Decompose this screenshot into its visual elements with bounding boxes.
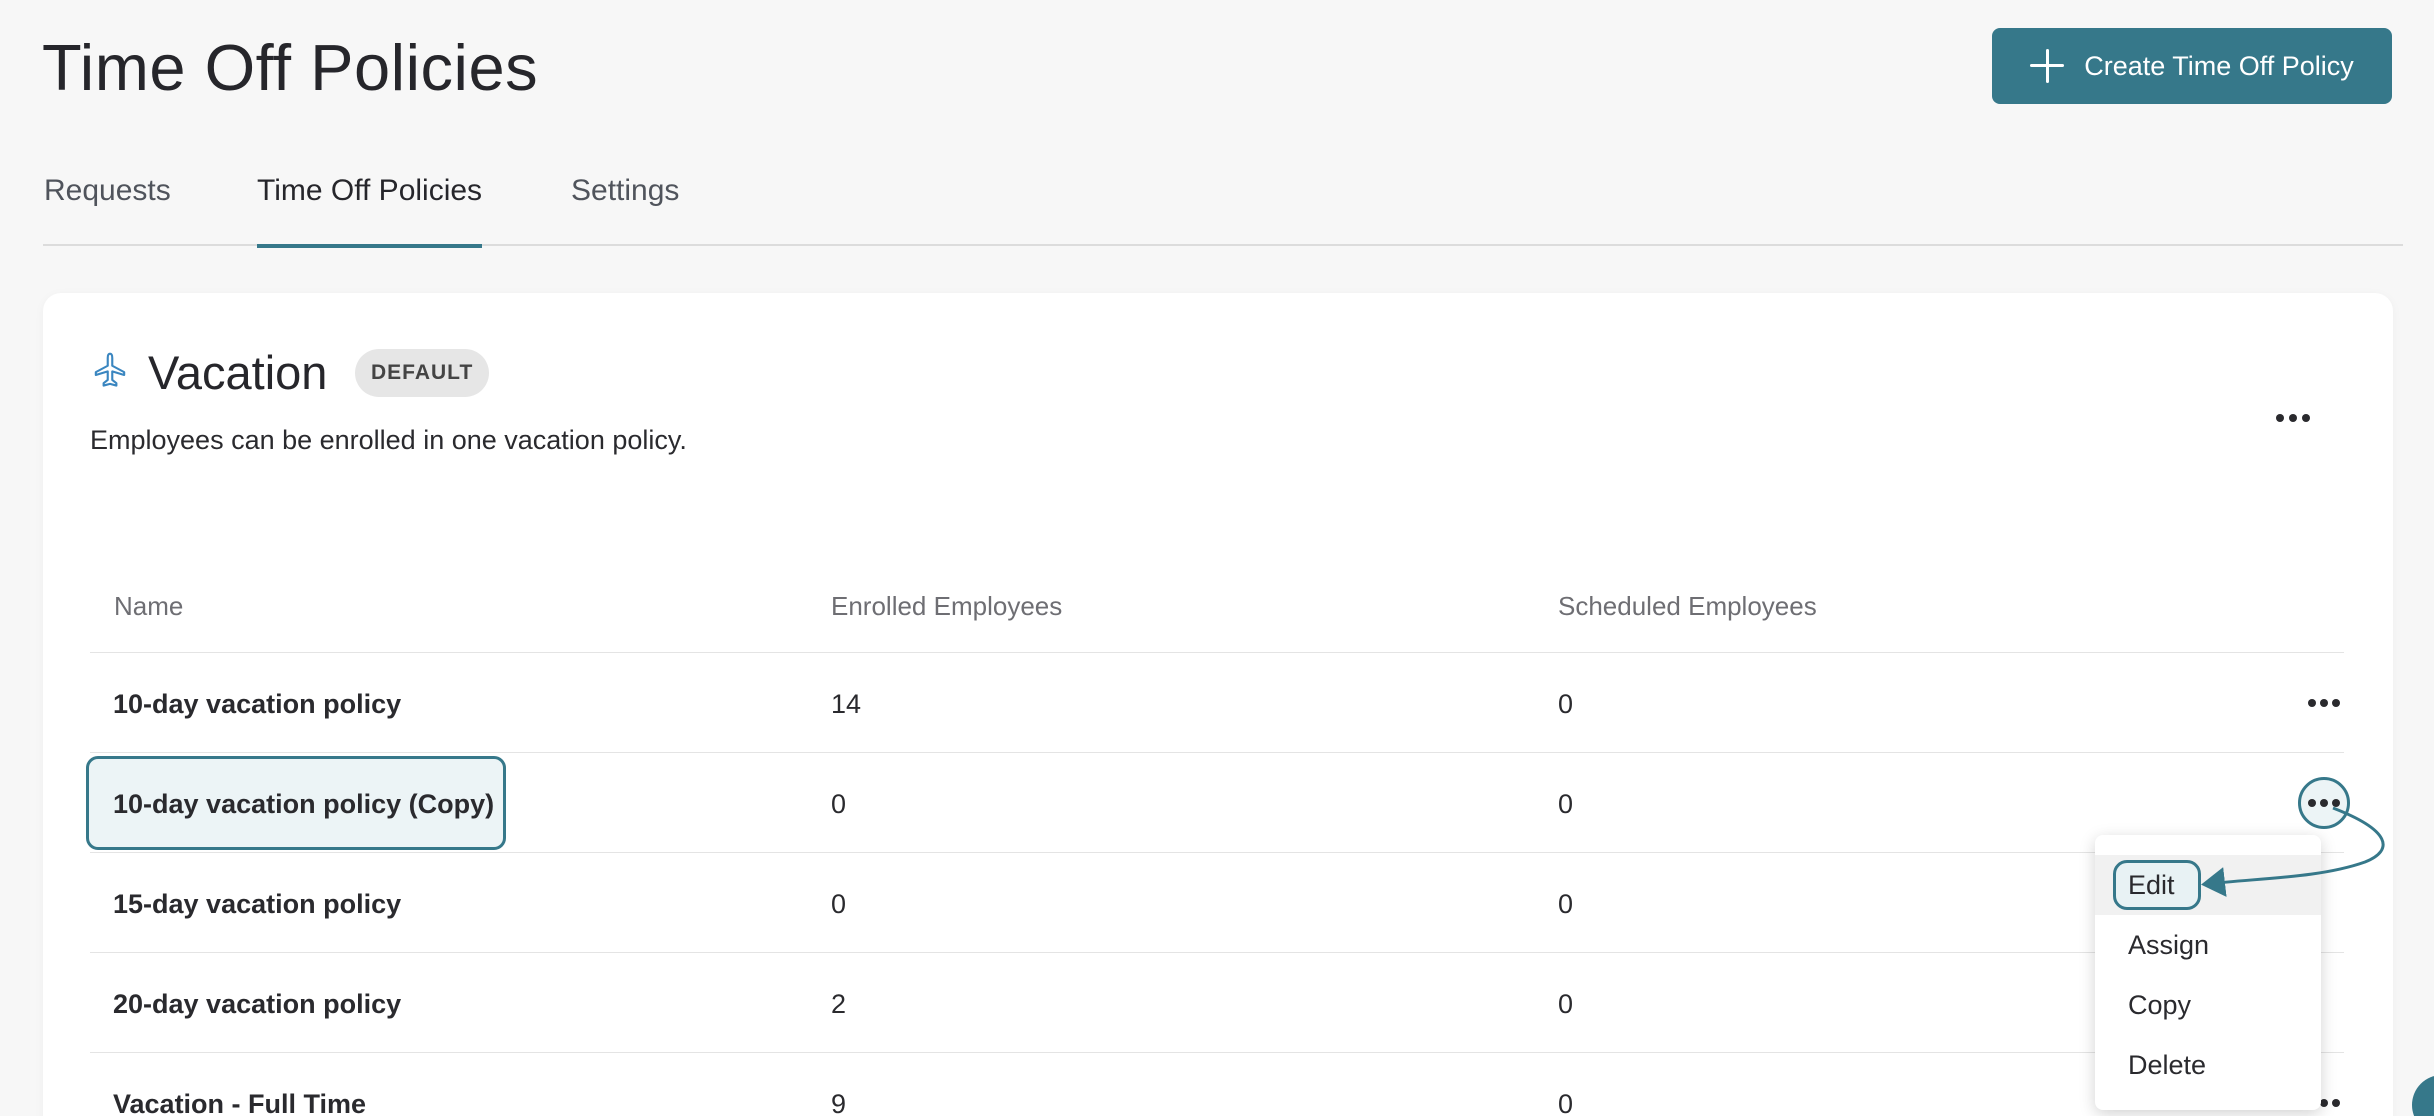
scheduled-count: 0 (1558, 689, 1574, 719)
enrolled-count: 2 (831, 989, 847, 1019)
row-more-options-button[interactable] (2298, 677, 2350, 729)
scheduled-count: 0 (1558, 1089, 1574, 1116)
column-header-scheduled: Scheduled Employees (1558, 591, 1817, 621)
default-badge: DEFAULT (355, 349, 490, 397)
table-row[interactable]: 15-day vacation policy 0 0 (90, 853, 2344, 953)
table-row[interactable]: 10-day vacation policy (Copy) 0 0 (86, 753, 2350, 853)
airplane-icon (94, 352, 126, 387)
row-more-options-button[interactable] (2298, 777, 2350, 829)
policy-name[interactable]: 20-day vacation policy (113, 989, 401, 1020)
section-description: Employees can be enrolled in one vacatio… (90, 425, 687, 455)
policy-name[interactable]: 10-day vacation policy (113, 689, 401, 720)
tab-bar: Requests Time Off Policies Settings (43, 160, 2403, 248)
more-icon (2276, 414, 2284, 422)
enrolled-count: 0 (831, 789, 847, 819)
enrolled-count: 9 (831, 1089, 847, 1116)
policies-table: Name Enrolled Employees Scheduled Employ… (86, 553, 2350, 1116)
table-row[interactable]: Vacation - Full Time 9 0 (90, 1053, 2344, 1116)
scheduled-count: 0 (1558, 889, 1574, 919)
table-header: Name Enrolled Employees Scheduled Employ… (90, 553, 2344, 653)
vacation-policy-card: Vacation DEFAULT Employees can be enroll… (43, 293, 2393, 1116)
tab-settings[interactable]: Settings (571, 174, 679, 244)
section-more-options-button[interactable] (2263, 393, 2323, 443)
menu-item-label: Edit (2128, 869, 2175, 900)
scheduled-count: 0 (1558, 989, 1574, 1019)
menu-item-label: Delete (2128, 1049, 2207, 1080)
help-chat-button[interactable] (2412, 1075, 2434, 1116)
table-row[interactable]: 10-day vacation policy 14 0 (90, 653, 2344, 753)
menu-item-label: Copy (2128, 989, 2192, 1020)
menu-item-assign[interactable]: Assign (2095, 915, 2321, 975)
tab-time-off-policies[interactable]: Time Off Policies (257, 174, 483, 248)
scheduled-count: 0 (1558, 789, 1574, 819)
menu-item-delete[interactable]: Delete (2095, 1035, 2321, 1095)
column-header-name: Name (114, 591, 184, 621)
create-time-off-policy-button[interactable]: Create Time Off Policy (1992, 28, 2392, 104)
menu-item-label: Assign (2128, 929, 2210, 960)
page-title: Time Off Policies (42, 31, 539, 104)
tab-requests[interactable]: Requests (44, 174, 171, 244)
policy-name[interactable]: 10-day vacation policy (Copy) (113, 789, 494, 820)
table-row[interactable]: 20-day vacation policy 2 0 (90, 953, 2344, 1053)
policy-name[interactable]: 15-day vacation policy (113, 889, 401, 920)
enrolled-count: 14 (831, 689, 862, 719)
menu-item-edit[interactable]: Edit (2095, 855, 2321, 915)
section-title: Vacation (148, 346, 328, 399)
page: Time Off Policies Create Time Off Policy… (0, 0, 2434, 1116)
more-icon (2308, 699, 2316, 707)
menu-item-copy[interactable]: Copy (2095, 975, 2321, 1035)
row-actions-menu: Edit Assign Copy Delete (2095, 835, 2321, 1110)
policy-name[interactable]: Vacation - Full Time (113, 1089, 366, 1116)
create-button-label: Create Time Off Policy (2084, 50, 2354, 81)
enrolled-count: 0 (831, 889, 847, 919)
column-header-enrolled: Enrolled Employees (831, 591, 1063, 621)
more-icon (2308, 799, 2316, 807)
plus-icon (2030, 49, 2065, 83)
